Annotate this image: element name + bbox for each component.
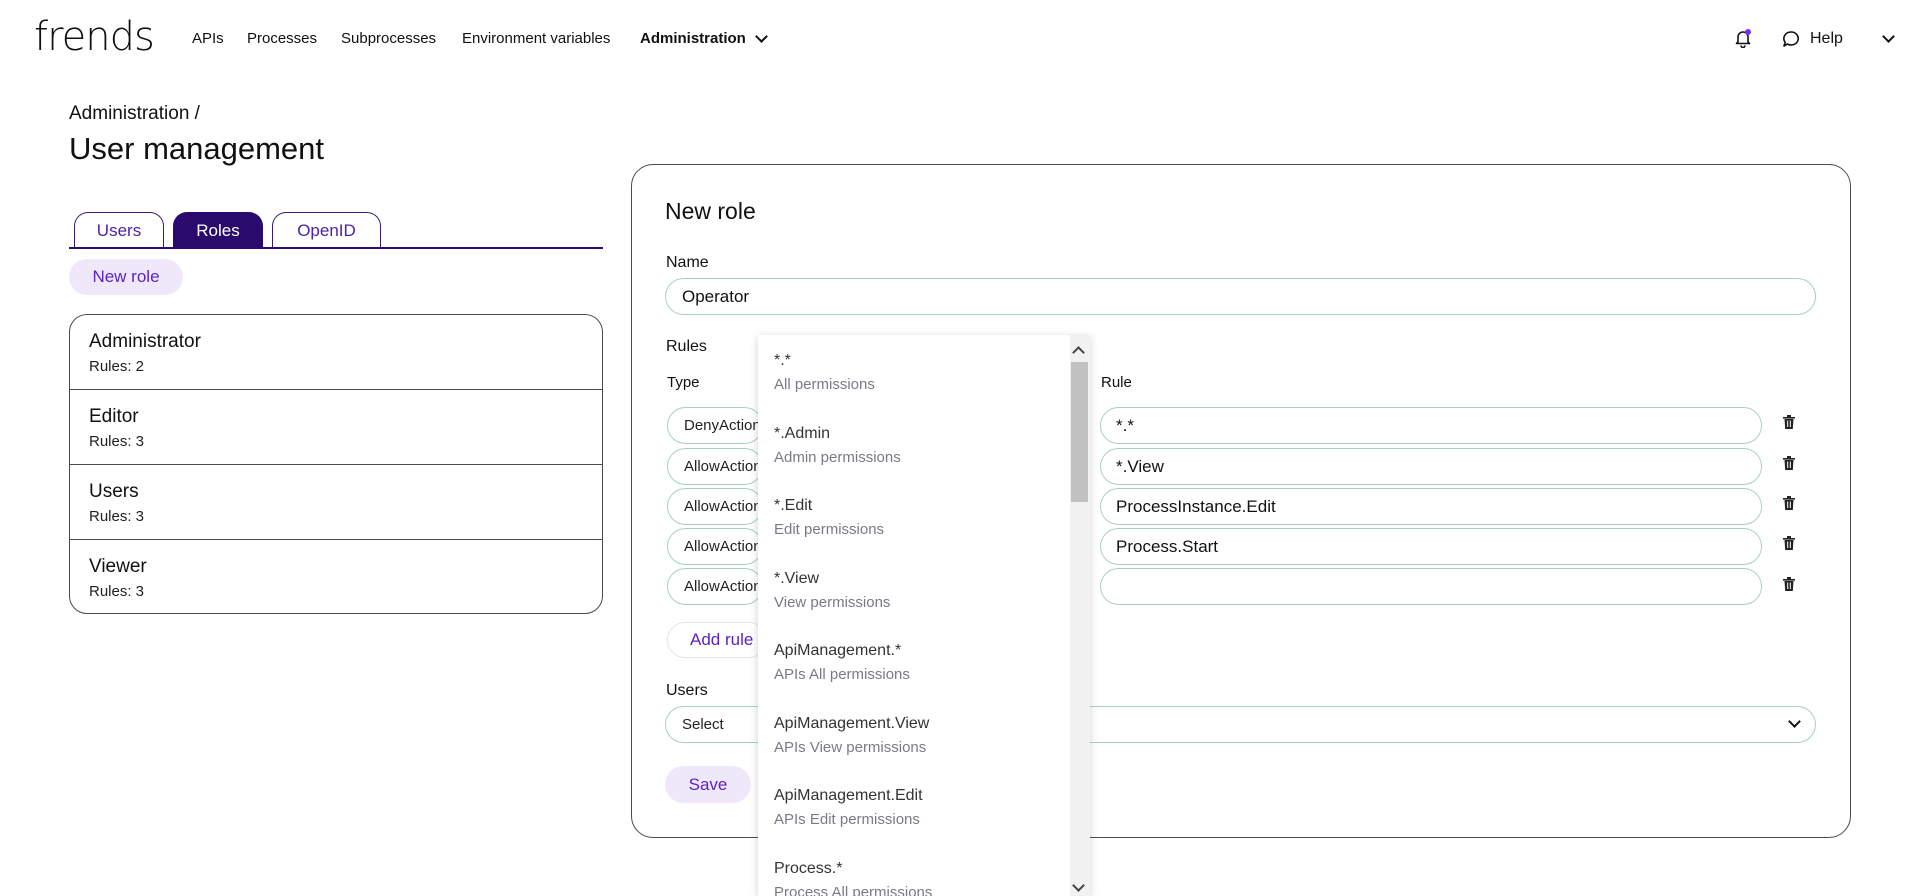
notification-bell-icon[interactable] — [1734, 28, 1752, 48]
nav-processes[interactable]: Processes — [247, 30, 317, 47]
dropdown-option[interactable]: *.Admin Admin permissions — [774, 425, 901, 466]
role-rules-count: Rules: 2 — [89, 358, 145, 375]
tabs-underline — [69, 247, 603, 249]
dropdown-option[interactable]: Process.* Process All permissions — [774, 860, 932, 896]
dropdown-option[interactable]: *.* All permissions — [774, 352, 875, 393]
option-description: Edit permissions — [774, 521, 885, 538]
breadcrumb[interactable]: Administration / — [69, 103, 200, 125]
new-role-button[interactable]: New role — [69, 259, 183, 295]
option-description: All permissions — [774, 376, 875, 393]
rule-suggestions-dropdown: *.* All permissions *.Admin Admin permis… — [758, 335, 1090, 896]
role-rules-count: Rules: 3 — [89, 433, 145, 450]
role-name: Administrator — [89, 331, 201, 352]
tab-users[interactable]: Users — [74, 212, 164, 248]
option-key: *.Edit — [774, 497, 813, 514]
role-rules-count: Rules: 3 — [89, 583, 145, 600]
role-name: Editor — [89, 406, 139, 427]
dropdown-option[interactable]: *.View View permissions — [774, 570, 890, 611]
role-name: Users — [89, 481, 139, 502]
rule-input[interactable] — [1100, 407, 1762, 444]
option-key: ApiManagement.Edit — [774, 787, 923, 804]
dropdown-scrollbar-thumb[interactable] — [1071, 362, 1088, 502]
tab-openid[interactable]: OpenID — [272, 212, 381, 248]
role-item-users[interactable]: Users Rules: 3 — [70, 465, 602, 540]
rule-input[interactable] — [1100, 448, 1762, 485]
delete-rule-trash-icon[interactable] — [1783, 456, 1795, 470]
type-column-header: Type — [667, 374, 700, 391]
role-item-administrator[interactable]: Administrator Rules: 2 — [70, 315, 602, 390]
option-key: Process.* — [774, 860, 843, 877]
rule-input[interactable] — [1100, 568, 1762, 605]
administration-chevron-down-icon[interactable] — [755, 30, 768, 43]
dropdown-option[interactable]: ApiManagement.Edit APIs Edit permissions — [774, 787, 923, 828]
option-description: APIs All permissions — [774, 666, 910, 683]
nav-environment-variables[interactable]: Environment variables — [462, 30, 610, 47]
option-description: APIs View permissions — [774, 739, 927, 756]
option-description: Admin permissions — [774, 449, 901, 466]
add-rule-button[interactable]: Add rule — [667, 622, 767, 658]
role-name-input[interactable] — [665, 278, 1816, 315]
option-key: *.View — [774, 570, 820, 587]
rule-input[interactable] — [1100, 488, 1762, 525]
role-item-viewer[interactable]: Viewer Rules: 3 — [70, 540, 602, 613]
user-menu-chevron-down-icon[interactable] — [1882, 30, 1895, 43]
help-link[interactable]: Help — [1810, 30, 1843, 48]
rule-column-header: Rule — [1101, 374, 1132, 391]
rule-type-select[interactable]: AllowAction — [667, 528, 763, 565]
option-description: Process All permissions — [774, 884, 933, 896]
rule-type-select[interactable]: AllowAction — [667, 568, 763, 605]
save-button[interactable]: Save — [665, 766, 751, 803]
rule-input[interactable] — [1100, 528, 1762, 565]
delete-rule-trash-icon[interactable] — [1783, 415, 1795, 429]
option-key: *.* — [774, 352, 791, 369]
roles-list: Administrator Rules: 2 Editor Rules: 3 U… — [69, 314, 603, 614]
tab-roles[interactable]: Roles — [173, 212, 263, 248]
option-description: APIs Edit permissions — [774, 811, 920, 828]
option-key: ApiManagement.View — [774, 715, 930, 732]
users-label: Users — [666, 682, 708, 699]
option-description: View permissions — [774, 594, 891, 611]
delete-rule-trash-icon[interactable] — [1783, 496, 1795, 510]
users-select-placeholder: Select — [682, 716, 724, 733]
dropdown-option[interactable]: *.Edit Edit permissions — [774, 497, 884, 538]
option-key: ApiManagement.* — [774, 642, 902, 659]
rule-type-select[interactable]: DenyAction — [667, 407, 763, 444]
nav-subprocesses[interactable]: Subprocesses — [341, 30, 436, 47]
delete-rule-trash-icon[interactable] — [1783, 577, 1795, 591]
help-chat-icon[interactable] — [1782, 30, 1800, 48]
top-navigation: frends APIs Processes Subprocesses Envir… — [0, 0, 1906, 80]
rule-type-select[interactable]: AllowAction — [667, 448, 763, 485]
role-rules-count: Rules: 3 — [89, 508, 145, 525]
rules-label: Rules — [666, 338, 707, 355]
role-item-editor[interactable]: Editor Rules: 3 — [70, 390, 602, 465]
dropdown-option[interactable]: ApiManagement.View APIs View permissions — [774, 715, 929, 756]
nav-apis[interactable]: APIs — [192, 30, 224, 47]
delete-rule-trash-icon[interactable] — [1783, 536, 1795, 550]
nav-administration[interactable]: Administration — [640, 30, 746, 47]
page-title: User management — [69, 131, 325, 166]
panel-title: New role — [665, 198, 756, 224]
rule-type-select[interactable]: AllowAction — [667, 488, 763, 525]
option-key: *.Admin — [774, 425, 831, 442]
dropdown-option[interactable]: ApiManagement.* APIs All permissions — [774, 642, 910, 683]
frends-logo[interactable]: frends — [34, 14, 155, 60]
name-label: Name — [666, 254, 709, 271]
role-name: Viewer — [89, 556, 147, 577]
